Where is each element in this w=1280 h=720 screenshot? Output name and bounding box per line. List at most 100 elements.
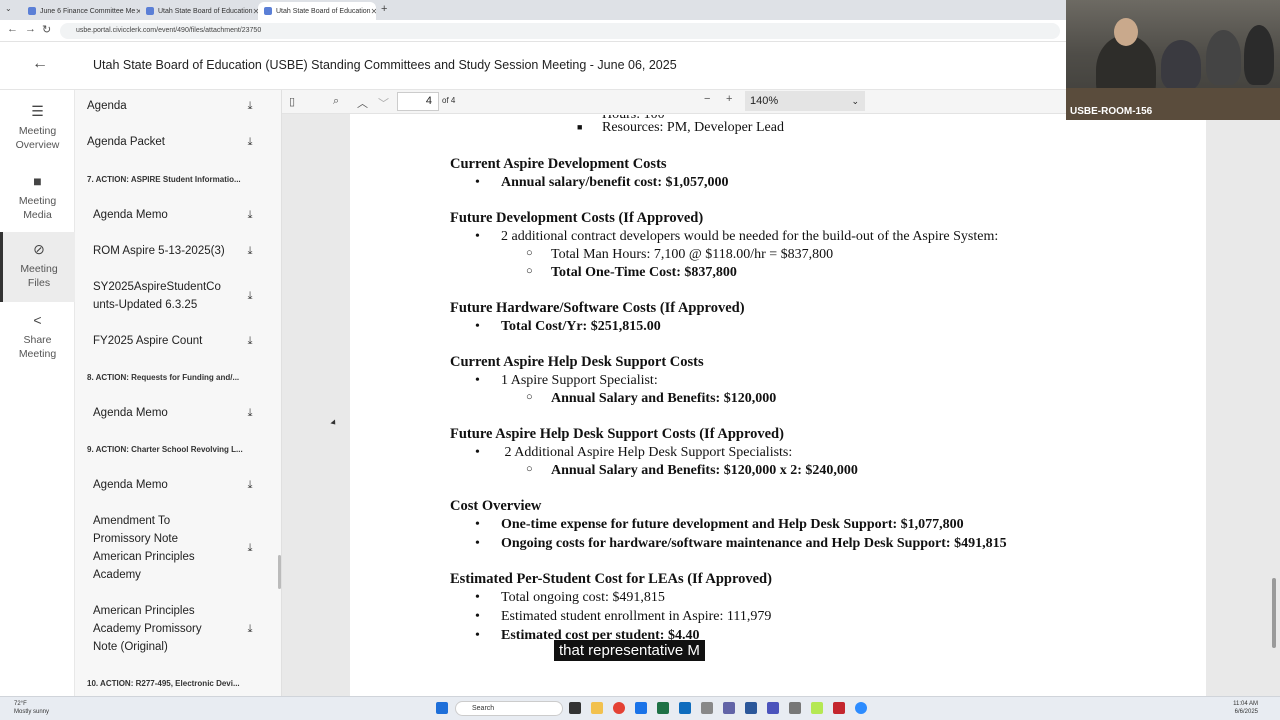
teams-icon[interactable] (723, 702, 735, 714)
file-label-line: SY2025AspireStudentCo (93, 281, 221, 293)
download-icon[interactable]: ⤓ (243, 479, 257, 492)
agenda-section-heading[interactable]: 9. ACTION: Charter School Revolving L... (87, 445, 267, 454)
weather-widget[interactable]: 72°F Mostly sunny (14, 700, 49, 716)
chrome-icon[interactable] (613, 702, 625, 714)
zoom-in-icon[interactable]: + (726, 93, 732, 105)
meeting-video-thumbnail[interactable]: USBE-ROOM-156 (1066, 0, 1280, 120)
download-icon[interactable]: ⤓ (243, 290, 257, 303)
page-number-input[interactable]: 4 (397, 92, 439, 111)
doc-text: Annual Salary and Benefits: $120,000 (551, 391, 777, 406)
browser-back-icon[interactable]: ← (7, 23, 18, 35)
taskbar-search[interactable]: Search (455, 701, 563, 716)
app-icon[interactable] (811, 702, 823, 714)
settings-icon[interactable] (789, 702, 801, 714)
file-item[interactable]: Agenda Memo ⤓ (75, 206, 275, 224)
download-icon[interactable]: ⤓ (243, 209, 257, 222)
bullet-icon: • (475, 536, 480, 551)
doc-text: Resources: PM, Developer Lead (602, 120, 784, 135)
file-item[interactable]: SY2025AspireStudentCo unts-Updated 6.3.25… (75, 278, 275, 314)
zoom-select[interactable]: 140% ⌄ (745, 91, 865, 111)
paperclip-icon: ⊘ (33, 241, 45, 257)
download-icon[interactable]: ⤓ (243, 100, 257, 113)
weather-temp: 72°F (14, 701, 27, 707)
word-icon[interactable] (745, 702, 757, 714)
meeting-title: Utah State Board of Education (USBE) Sta… (93, 58, 677, 72)
back-arrow-icon[interactable]: ← (32, 55, 48, 73)
rail-label: Meeting (18, 348, 57, 361)
system-clock[interactable]: 11:04 AM 6/6/2025 (1233, 700, 1258, 716)
sidebar-toggle-icon[interactable]: ▯ (289, 95, 295, 108)
agenda-section-heading[interactable]: 7. ACTION: ASPIRE Student Informatio... (87, 175, 267, 184)
windows-taskbar: 72°F Mostly sunny Search 11:04 AM 6/6/20… (0, 696, 1280, 720)
zoom-icon[interactable] (855, 702, 867, 714)
chevron-down-icon: ⌄ (851, 96, 859, 106)
download-icon[interactable]: ⤓ (243, 623, 257, 636)
file-item[interactable]: FY2025 Aspire Count ⤓ (75, 332, 275, 350)
browser-tab[interactable]: June 6 Finance Committee Me ✕ (22, 2, 140, 20)
file-item[interactable]: Agenda Memo ⤓ (75, 476, 275, 494)
file-item-agenda-packet[interactable]: Agenda Packet ⤓ (75, 133, 275, 151)
file-explorer-icon[interactable] (591, 702, 603, 714)
file-label: FY2025 Aspire Count (93, 335, 203, 347)
tab-search-icon[interactable]: ⌄ (5, 4, 12, 13)
rail-item-meeting-media[interactable]: ■ Meeting Media (0, 164, 75, 234)
pdf-page: Hours: 100 ■ Resources: PM, Developer Le… (350, 114, 1206, 696)
download-icon[interactable]: ⤓ (243, 136, 257, 149)
search-icon[interactable]: ⌕ (333, 95, 339, 108)
file-label-line: American Principles (93, 551, 195, 563)
doc-text: 2 Additional Aspire Help Desk Support Sp… (501, 445, 793, 460)
doc-heading: Future Hardware/Software Costs (If Appro… (450, 300, 745, 316)
file-item[interactable]: ROM Aspire 5-13-2025(3) ⤓ (75, 242, 275, 260)
browser-tab-active[interactable]: Utah State Board of Education ✕ (258, 2, 376, 20)
zoom-out-icon[interactable]: − (704, 93, 710, 105)
url-field[interactable]: usbe.portal.civicclerk.com/event/490/fil… (60, 23, 1060, 39)
file-item[interactable]: Amendment To Promissory Note American Prin… (75, 512, 275, 584)
chevron-down-icon[interactable]: ﹀ (378, 95, 389, 111)
new-tab-icon[interactable]: + (381, 3, 387, 15)
browser-forward-icon[interactable]: → (25, 23, 36, 35)
bullet-icon: • (475, 445, 480, 460)
file-label: Amendment To Promissory Note American Prin… (75, 512, 243, 584)
doc-text: Annual Salary and Benefits: $120,000 x 2… (551, 463, 858, 478)
agenda-section-heading[interactable]: 8. ACTION: Requests for Funding and/... (87, 373, 267, 382)
download-icon[interactable]: ⤓ (243, 407, 257, 420)
task-view-icon[interactable] (569, 702, 581, 714)
download-icon[interactable]: ⤓ (243, 335, 257, 348)
rail-item-share-meeting[interactable]: < Share Meeting (0, 303, 75, 373)
viewer-scrollbar[interactable] (1272, 578, 1276, 648)
windows-start-icon[interactable] (436, 702, 448, 714)
file-item[interactable]: American Principles Academy Promissory Not… (75, 602, 275, 656)
closed-caption: that representative M (554, 640, 705, 661)
agenda-section-heading[interactable]: 10. ACTION: R277-495, Electronic Devi... (87, 679, 267, 688)
browser-tab[interactable]: Utah State Board of Education ✕ (140, 2, 258, 20)
file-label: Agenda (87, 100, 127, 112)
reload-icon[interactable]: ↻ (42, 23, 51, 36)
outlook-icon[interactable] (679, 702, 691, 714)
rail-item-meeting-files[interactable]: ⊘ Meeting Files (0, 232, 75, 302)
doc-text: 2 additional contract developers would b… (501, 229, 999, 244)
doc-text: Annual salary/benefit cost: $1,057,000 (501, 175, 729, 190)
pdf-viewer[interactable]: Hours: 100 ■ Resources: PM, Developer Le… (282, 114, 1280, 696)
file-item-agenda[interactable]: Agenda ⤓ (75, 97, 275, 115)
chevron-up-icon[interactable]: ︿ (357, 95, 368, 111)
bullet-icon: • (475, 517, 480, 532)
rail-item-meeting-overview[interactable]: ☰ Meeting Overview (0, 94, 75, 164)
acrobat-icon[interactable] (833, 702, 845, 714)
download-icon[interactable]: ⤓ (243, 245, 257, 258)
files-scrollbar[interactable] (278, 555, 281, 589)
app-icon[interactable] (767, 702, 779, 714)
close-icon[interactable]: ✕ (371, 7, 376, 16)
app-icon[interactable] (701, 702, 713, 714)
file-label: American Principles Academy Promissory Not… (75, 602, 243, 656)
file-label: ROM Aspire 5-13-2025(3) (93, 245, 225, 257)
file-item[interactable]: Agenda Memo ⤓ (75, 404, 275, 422)
download-icon[interactable]: ⤓ (243, 542, 257, 555)
doc-text: Total Cost/Yr: $251,815.00 (501, 319, 661, 334)
bullet-icon: • (475, 590, 480, 605)
clock-date: 6/6/2025 (1234, 709, 1258, 715)
video-person (1161, 40, 1201, 90)
video-person (1206, 30, 1241, 85)
app-icon[interactable] (635, 702, 647, 714)
excel-icon[interactable] (657, 702, 669, 714)
circle-bullet-icon: ○ (526, 265, 533, 277)
